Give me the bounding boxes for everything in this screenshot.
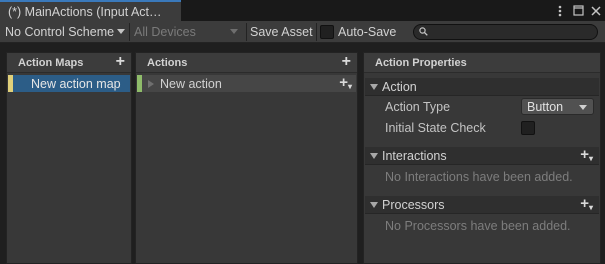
interactions-section-title: Interactions: [382, 149, 447, 163]
add-processor-button[interactable]: +▾: [580, 195, 593, 212]
initial-state-check-checkbox[interactable]: [521, 121, 535, 135]
control-scheme-dropdown[interactable]: No Control Scheme: [5, 21, 126, 42]
save-asset-label: Save Asset: [250, 24, 313, 39]
toolbar-divider: [316, 23, 317, 41]
window-tab[interactable]: (*) MainActions (Input Act…: [0, 0, 181, 21]
chevron-down-icon: [230, 29, 238, 34]
interactions-empty-message: No Interactions have been added.: [385, 170, 573, 184]
action-type-value: Button: [527, 100, 564, 114]
processors-section-header[interactable]: Processors +▾: [365, 195, 599, 214]
auto-save-checkbox[interactable]: [320, 24, 334, 39]
close-icon[interactable]: [587, 0, 605, 21]
window-tab-title: (*) MainActions (Input Act…: [8, 5, 162, 19]
action-type-dropdown[interactable]: Button: [521, 98, 594, 115]
add-binding-button[interactable]: +▾: [339, 74, 352, 91]
chevron-down-icon: [579, 105, 587, 110]
action-map-item[interactable]: New action map: [8, 75, 130, 92]
maximize-icon[interactable]: [569, 0, 587, 21]
add-action-button[interactable]: +: [342, 53, 351, 71]
initial-state-check-label: Initial State Check: [385, 121, 486, 135]
actions-header: Actions +: [136, 53, 357, 73]
chevron-down-icon: [117, 29, 126, 34]
actions-title: Actions: [147, 57, 188, 69]
foldout-arrow-icon: [370, 153, 378, 159]
action-item[interactable]: New action +▾: [137, 74, 356, 92]
action-properties-title: Action Properties: [375, 57, 467, 69]
interactions-section-header[interactable]: Interactions +▾: [365, 146, 599, 165]
toolbar-divider: [129, 23, 130, 41]
processors-empty-message: No Processors have been added.: [385, 219, 571, 233]
auto-save-label: Auto-Save: [338, 24, 397, 39]
action-maps-header: Action Maps +: [7, 53, 131, 73]
control-scheme-label: No Control Scheme: [5, 24, 115, 39]
action-map-color-marker: [8, 75, 13, 92]
foldout-arrow-icon: [370, 84, 378, 90]
action-maps-title: Action Maps: [18, 57, 84, 69]
expand-arrow-icon[interactable]: [148, 79, 154, 88]
search-input[interactable]: [413, 24, 598, 40]
auto-save-toggle[interactable]: Auto-Save: [320, 21, 396, 42]
search-icon: [419, 27, 428, 36]
foldout-arrow-icon: [370, 202, 378, 208]
action-color-marker: [137, 75, 142, 92]
action-section-title: Action: [382, 80, 417, 94]
add-interaction-button[interactable]: +▾: [580, 146, 593, 163]
action-type-label: Action Type: [385, 100, 451, 114]
devices-label: All Devices: [134, 24, 196, 39]
action-section-header[interactable]: Action: [365, 78, 599, 96]
actions-panel: Actions + New action +▾: [135, 52, 358, 264]
save-asset-button[interactable]: Save Asset: [250, 21, 313, 42]
toolbar-divider: [246, 23, 247, 41]
action-maps-panel: Action Maps + New action map: [6, 52, 132, 264]
kebab-menu-icon[interactable]: [551, 0, 569, 21]
action-properties-header: Action Properties: [364, 53, 600, 73]
action-map-label: New action map: [31, 76, 121, 91]
add-action-map-button[interactable]: +: [116, 53, 125, 71]
processors-section-title: Processors: [382, 198, 445, 212]
window-controls: [551, 0, 605, 21]
window-tab-bar: (*) MainActions (Input Act…: [0, 0, 605, 21]
toolbar: No Control Scheme All Devices Save Asset…: [0, 21, 605, 43]
action-label: New action: [160, 76, 222, 91]
devices-dropdown[interactable]: All Devices: [134, 21, 242, 42]
